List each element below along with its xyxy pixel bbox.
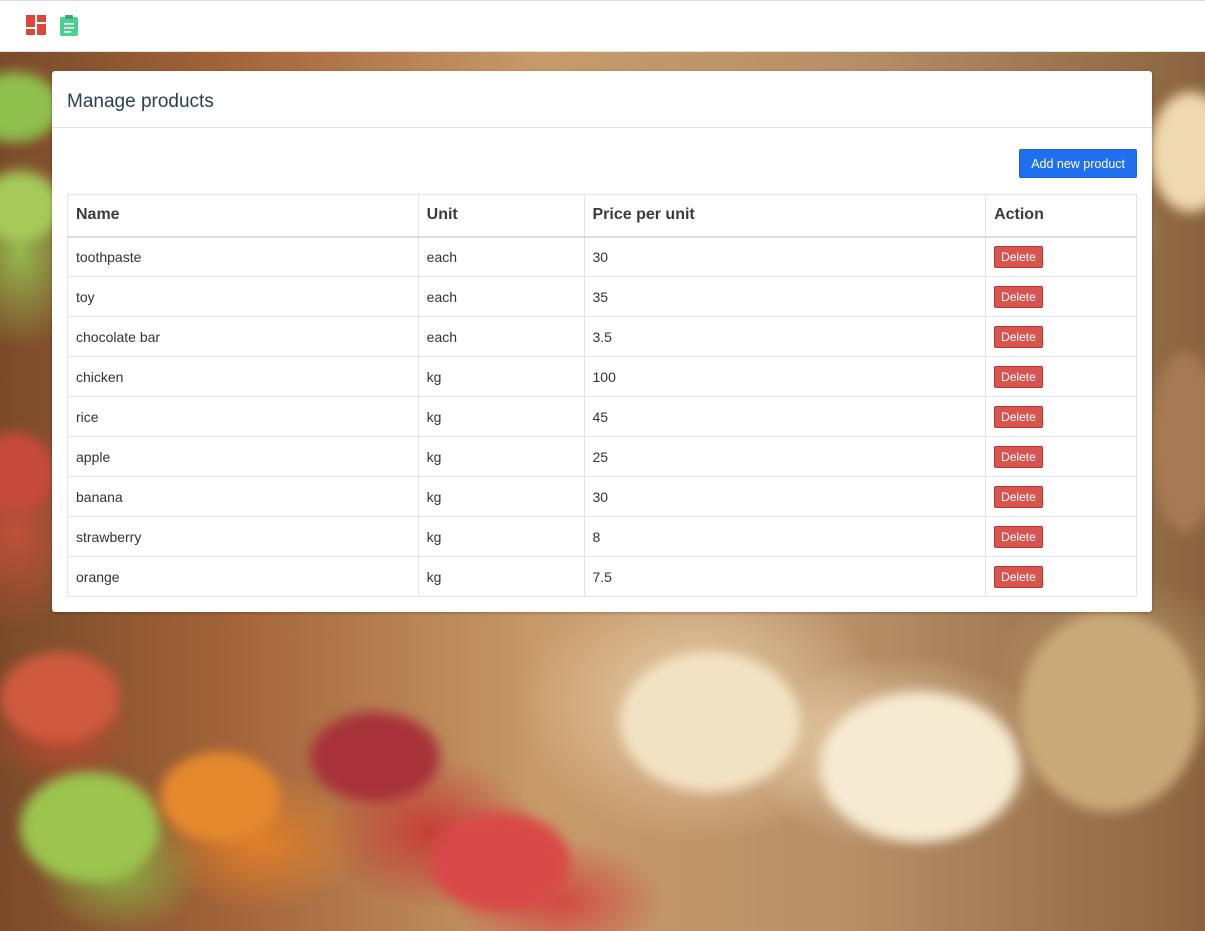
table-row: orange kg 7.5 Delete xyxy=(67,556,1137,597)
product-unit-cell: kg xyxy=(417,356,585,397)
product-price-cell: 30 xyxy=(583,476,987,517)
product-price-cell: 100 xyxy=(583,356,987,397)
manage-products-card: Manage products Add new product Name Uni… xyxy=(52,71,1152,612)
product-unit-cell: kg xyxy=(417,396,585,437)
product-name-cell: banana xyxy=(67,476,419,517)
product-action-cell: Delete xyxy=(985,396,1137,437)
table-row: strawberry kg 8 Delete xyxy=(67,516,1137,557)
add-new-product-button[interactable]: Add new product xyxy=(1019,149,1137,178)
delete-button[interactable]: Delete xyxy=(994,405,1043,428)
delete-button[interactable]: Delete xyxy=(994,445,1043,468)
product-price-cell: 7.5 xyxy=(583,556,987,597)
delete-button[interactable]: Delete xyxy=(994,365,1043,388)
product-action-cell: Delete xyxy=(985,516,1137,557)
product-name-cell: orange xyxy=(67,556,419,597)
product-unit-cell: kg xyxy=(417,556,585,597)
delete-button[interactable]: Delete xyxy=(994,525,1043,548)
column-header-name: Name xyxy=(67,194,419,238)
product-unit-cell: each xyxy=(417,236,585,277)
card-header: Manage products xyxy=(52,71,1152,128)
product-action-cell: Delete xyxy=(985,556,1137,597)
product-price-cell: 45 xyxy=(583,396,987,437)
product-name-cell: strawberry xyxy=(67,516,419,557)
product-name-cell: chocolate bar xyxy=(67,316,419,357)
product-action-cell: Delete xyxy=(985,436,1137,477)
product-action-cell: Delete xyxy=(985,236,1137,277)
product-name-cell: rice xyxy=(67,396,419,437)
delete-button[interactable]: Delete xyxy=(994,245,1043,268)
top-navbar xyxy=(0,0,1205,52)
column-header-action: Action xyxy=(985,194,1137,238)
table-row: rice kg 45 Delete xyxy=(67,396,1137,437)
product-action-cell: Delete xyxy=(985,356,1137,397)
table-row: apple kg 25 Delete xyxy=(67,436,1137,477)
product-unit-cell: each xyxy=(417,316,585,357)
delete-button[interactable]: Delete xyxy=(994,285,1043,308)
product-name-cell: chicken xyxy=(67,356,419,397)
table-header-row: Name Unit Price per unit Action xyxy=(67,194,1137,238)
column-header-price: Price per unit xyxy=(583,194,987,238)
product-name-cell: apple xyxy=(67,436,419,477)
table-row: toy each 35 Delete xyxy=(67,276,1137,317)
product-unit-cell: each xyxy=(417,276,585,317)
table-row: toothpaste each 30 Delete xyxy=(67,236,1137,277)
delete-button[interactable]: Delete xyxy=(994,485,1043,508)
product-name-cell: toy xyxy=(67,276,419,317)
dashboard-icon[interactable] xyxy=(25,14,47,36)
delete-button[interactable]: Delete xyxy=(994,325,1043,348)
product-unit-cell: kg xyxy=(417,476,585,517)
table-row: chocolate bar each 3.5 Delete xyxy=(67,316,1137,357)
product-action-cell: Delete xyxy=(985,276,1137,317)
table-row: banana kg 30 Delete xyxy=(67,476,1137,517)
product-price-cell: 30 xyxy=(583,236,987,277)
product-price-cell: 35 xyxy=(583,276,987,317)
product-name-cell: toothpaste xyxy=(67,236,419,277)
column-header-unit: Unit xyxy=(417,194,585,238)
product-price-cell: 8 xyxy=(583,516,987,557)
product-price-cell: 25 xyxy=(583,436,987,477)
product-unit-cell: kg xyxy=(417,436,585,477)
products-table: Name Unit Price per unit Action toothpas… xyxy=(67,194,1137,597)
delete-button[interactable]: Delete xyxy=(994,565,1043,588)
page-title: Manage products xyxy=(67,91,214,112)
product-unit-cell: kg xyxy=(417,516,585,557)
table-row: chicken kg 100 Delete xyxy=(67,356,1137,397)
product-price-cell: 3.5 xyxy=(583,316,987,357)
product-action-cell: Delete xyxy=(985,476,1137,517)
product-action-cell: Delete xyxy=(985,316,1137,357)
clipboard-icon[interactable] xyxy=(58,14,80,36)
